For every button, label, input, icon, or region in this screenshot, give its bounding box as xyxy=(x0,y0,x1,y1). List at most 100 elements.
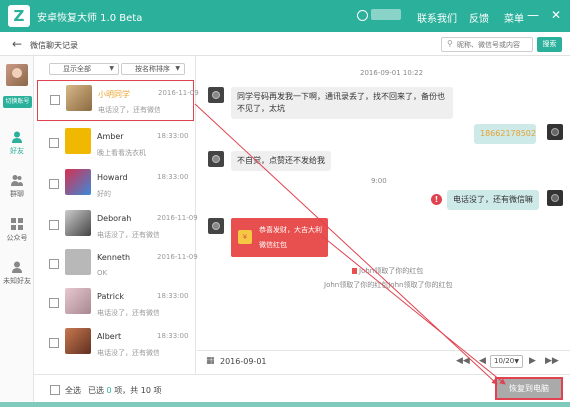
sender-avatar xyxy=(208,151,224,167)
select-all-checkbox[interactable] xyxy=(50,385,60,395)
total-suffix: 项 xyxy=(153,386,162,395)
contact-name: Deborah xyxy=(97,214,132,223)
contact-last-message: 电话没了，还有微信嘛 xyxy=(97,349,159,357)
filter-select[interactable]: 显示全部 ▼ xyxy=(49,63,119,75)
selected-prefix: 已选 xyxy=(88,386,104,395)
app-title: 安卓恢复大师 1.0 Beta xyxy=(37,13,143,24)
contact-avatar xyxy=(66,85,92,111)
sort-select[interactable]: 按名称排序 ▼ xyxy=(121,63,185,75)
send-failed-icon[interactable]: ! xyxy=(431,194,442,205)
system-message: John领取了你的红包 xyxy=(352,266,423,276)
contact-time: 2016-11-09 xyxy=(157,214,198,222)
selected-mid: 项，共 xyxy=(114,386,139,395)
contact-name: Kenneth xyxy=(97,253,131,262)
contact-checkbox[interactable] xyxy=(49,138,59,148)
nav-unknown-friends-label: 未知好友 xyxy=(3,277,31,285)
contact-row[interactable]: Kenneth OK 2016-11-09 xyxy=(34,245,198,286)
contact-avatar xyxy=(65,249,91,275)
contact-time: 2016-11-09 xyxy=(157,253,198,261)
selected-count: 0 xyxy=(106,386,112,395)
contact-time: 2016-11-09 xyxy=(158,89,199,97)
minimize-button[interactable]: — xyxy=(527,7,539,23)
contact-us-link[interactable]: 联系我们 xyxy=(417,10,457,25)
contact-avatar xyxy=(65,210,91,236)
next-page-icon[interactable]: ▶ xyxy=(529,356,536,366)
contact-row[interactable]: Amber 晚上看看洗衣机 18:33:00 xyxy=(34,124,195,165)
sub-header: ← 微信聊天记录 ⚲ 搜索 xyxy=(0,32,570,56)
red-packet-greeting: 恭喜发财，大吉大利 xyxy=(259,226,322,234)
nav-official-accounts[interactable]: 公众号 xyxy=(0,218,34,250)
feedback-link[interactable]: 反馈 xyxy=(469,10,489,25)
contact-last-message: 电话没了，还有微信嘛 xyxy=(98,106,160,114)
contact-row[interactable]: Howard 好的 18:33:00 xyxy=(34,165,195,206)
contact-time: 18:33:00 xyxy=(157,132,189,140)
bottom-strip xyxy=(0,402,570,407)
switch-account-button[interactable]: 切换账号 xyxy=(3,96,32,108)
contact-checkbox[interactable] xyxy=(50,95,60,105)
contact-checkbox[interactable] xyxy=(49,220,59,230)
title-bar: Z 安卓恢复大师 1.0 Beta user 联系我们 反馈 菜单 — ✕ xyxy=(0,0,570,32)
red-packet-small-icon xyxy=(352,268,357,274)
prev-page-icon[interactable]: ◀ xyxy=(479,356,486,366)
person-icon xyxy=(11,131,23,143)
chevron-down-icon: ▼ xyxy=(514,358,519,365)
contact-name: Amber xyxy=(97,132,124,141)
back-arrow-icon[interactable]: ← xyxy=(12,37,22,51)
contact-list-panel: 显示全部 ▼ 按名称排序 ▼ 小明同学 电话没了，还有微信嘛 2016-11-0… xyxy=(34,56,199,374)
nav-unknown-friends[interactable]: 未知好友 xyxy=(0,261,34,293)
contact-time: 18:33:00 xyxy=(157,173,189,181)
account-avatar[interactable] xyxy=(6,64,28,86)
search-button[interactable]: 搜索 xyxy=(537,37,562,52)
contact-last-message: 晚上看看洗衣机 xyxy=(97,149,146,157)
current-date[interactable]: 2016-09-01 xyxy=(220,357,267,366)
message-bubble-phone: 18662178502 xyxy=(474,124,536,144)
page-title: 微信聊天记录 xyxy=(30,41,78,50)
selection-count: 已选 0 项，共 10 项 xyxy=(88,385,161,396)
contact-row[interactable]: Albert 电话没了，还有微信嘛 18:33:00 xyxy=(34,324,195,365)
contact-checkbox[interactable] xyxy=(49,298,59,308)
contact-row[interactable]: Deborah 电话没了，还有微信嘛 2016-11-09 xyxy=(34,206,198,247)
contact-last-message: 好的 xyxy=(97,190,111,198)
contact-avatar xyxy=(65,288,91,314)
own-avatar xyxy=(547,124,563,140)
page-select-label: 10/20 xyxy=(494,357,515,365)
nav-friends-label: 好友 xyxy=(10,147,24,155)
contact-avatar xyxy=(65,328,91,354)
contact-name: Patrick xyxy=(97,292,125,301)
contact-checkbox[interactable] xyxy=(49,179,59,189)
message-bubble: 同学号码再发我一下啊，通讯录丢了，找不回来了，备份也不见了，太坑 xyxy=(231,87,453,119)
contact-checkbox[interactable] xyxy=(49,338,59,348)
grid-icon xyxy=(11,218,23,230)
total-count: 10 xyxy=(140,386,151,395)
contact-last-message: OK xyxy=(97,269,108,277)
first-page-icon[interactable]: ◀◀ xyxy=(456,356,470,366)
chevron-down-icon: ▼ xyxy=(175,65,180,72)
contact-row[interactable]: Patrick 电话没了，还有微信嘛 18:33:00 xyxy=(34,284,195,325)
sender-avatar xyxy=(208,218,224,234)
message-bubble: 不自觉，点赞还不发给我 xyxy=(231,151,331,171)
contact-avatar xyxy=(65,128,91,154)
message-bubble: 电话没了，还有微信嘛 xyxy=(447,190,539,210)
page-select[interactable]: 10/20 ▼ xyxy=(490,355,523,368)
restore-to-pc-button[interactable]: 恢复到电脑 xyxy=(495,377,563,400)
left-nav: 切换账号 好友 群聊 公众号 未知好友 xyxy=(0,56,34,407)
search-input[interactable] xyxy=(457,39,531,50)
sort-select-label: 按名称排序 xyxy=(135,65,170,73)
nav-groups[interactable]: 群聊 xyxy=(0,174,34,206)
contact-avatar xyxy=(65,169,91,195)
last-page-icon[interactable]: ▶▶ xyxy=(545,356,559,366)
chat-time-divider: 9:00 xyxy=(371,177,387,185)
user-icon[interactable] xyxy=(357,10,368,21)
user-name[interactable]: user xyxy=(371,9,401,20)
calendar-icon[interactable]: ▦ xyxy=(206,356,215,366)
red-packet-card[interactable]: ¥ 恭喜发财，大吉大利 微信红包 xyxy=(231,218,328,257)
menu-link[interactable]: 菜单 xyxy=(504,10,524,25)
system-message-text: John领取了你的红包 xyxy=(359,267,424,275)
nav-friends[interactable]: 好友 xyxy=(0,131,34,163)
contact-last-message: 电话没了，还有微信嘛 xyxy=(97,231,159,239)
contact-name: Albert xyxy=(97,332,122,341)
contact-row[interactable]: 小明同学 电话没了，还有微信嘛 2016-11-09 xyxy=(37,80,199,121)
contact-checkbox[interactable] xyxy=(49,259,59,269)
search-box[interactable]: ⚲ xyxy=(441,37,533,52)
close-button[interactable]: ✕ xyxy=(551,7,561,23)
